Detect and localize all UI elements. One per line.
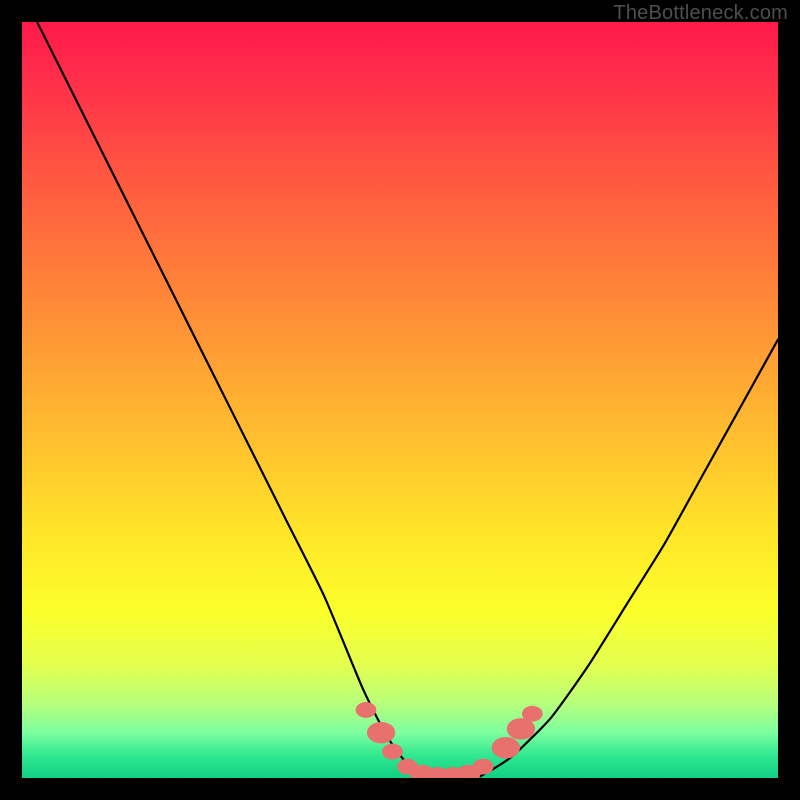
curve-marker: [382, 744, 403, 760]
curve-marker: [473, 759, 494, 775]
curve-layer: [22, 22, 778, 778]
plot-area: [22, 22, 778, 778]
curve-marker: [356, 702, 377, 718]
curve-marker: [492, 737, 520, 759]
curve-marker: [367, 722, 395, 744]
attribution-label: TheBottleneck.com: [613, 2, 788, 25]
chart-frame: TheBottleneck.com: [0, 0, 800, 800]
bottleneck-curve: [37, 22, 778, 778]
curve-markers: [356, 702, 543, 778]
curve-marker: [522, 706, 543, 722]
